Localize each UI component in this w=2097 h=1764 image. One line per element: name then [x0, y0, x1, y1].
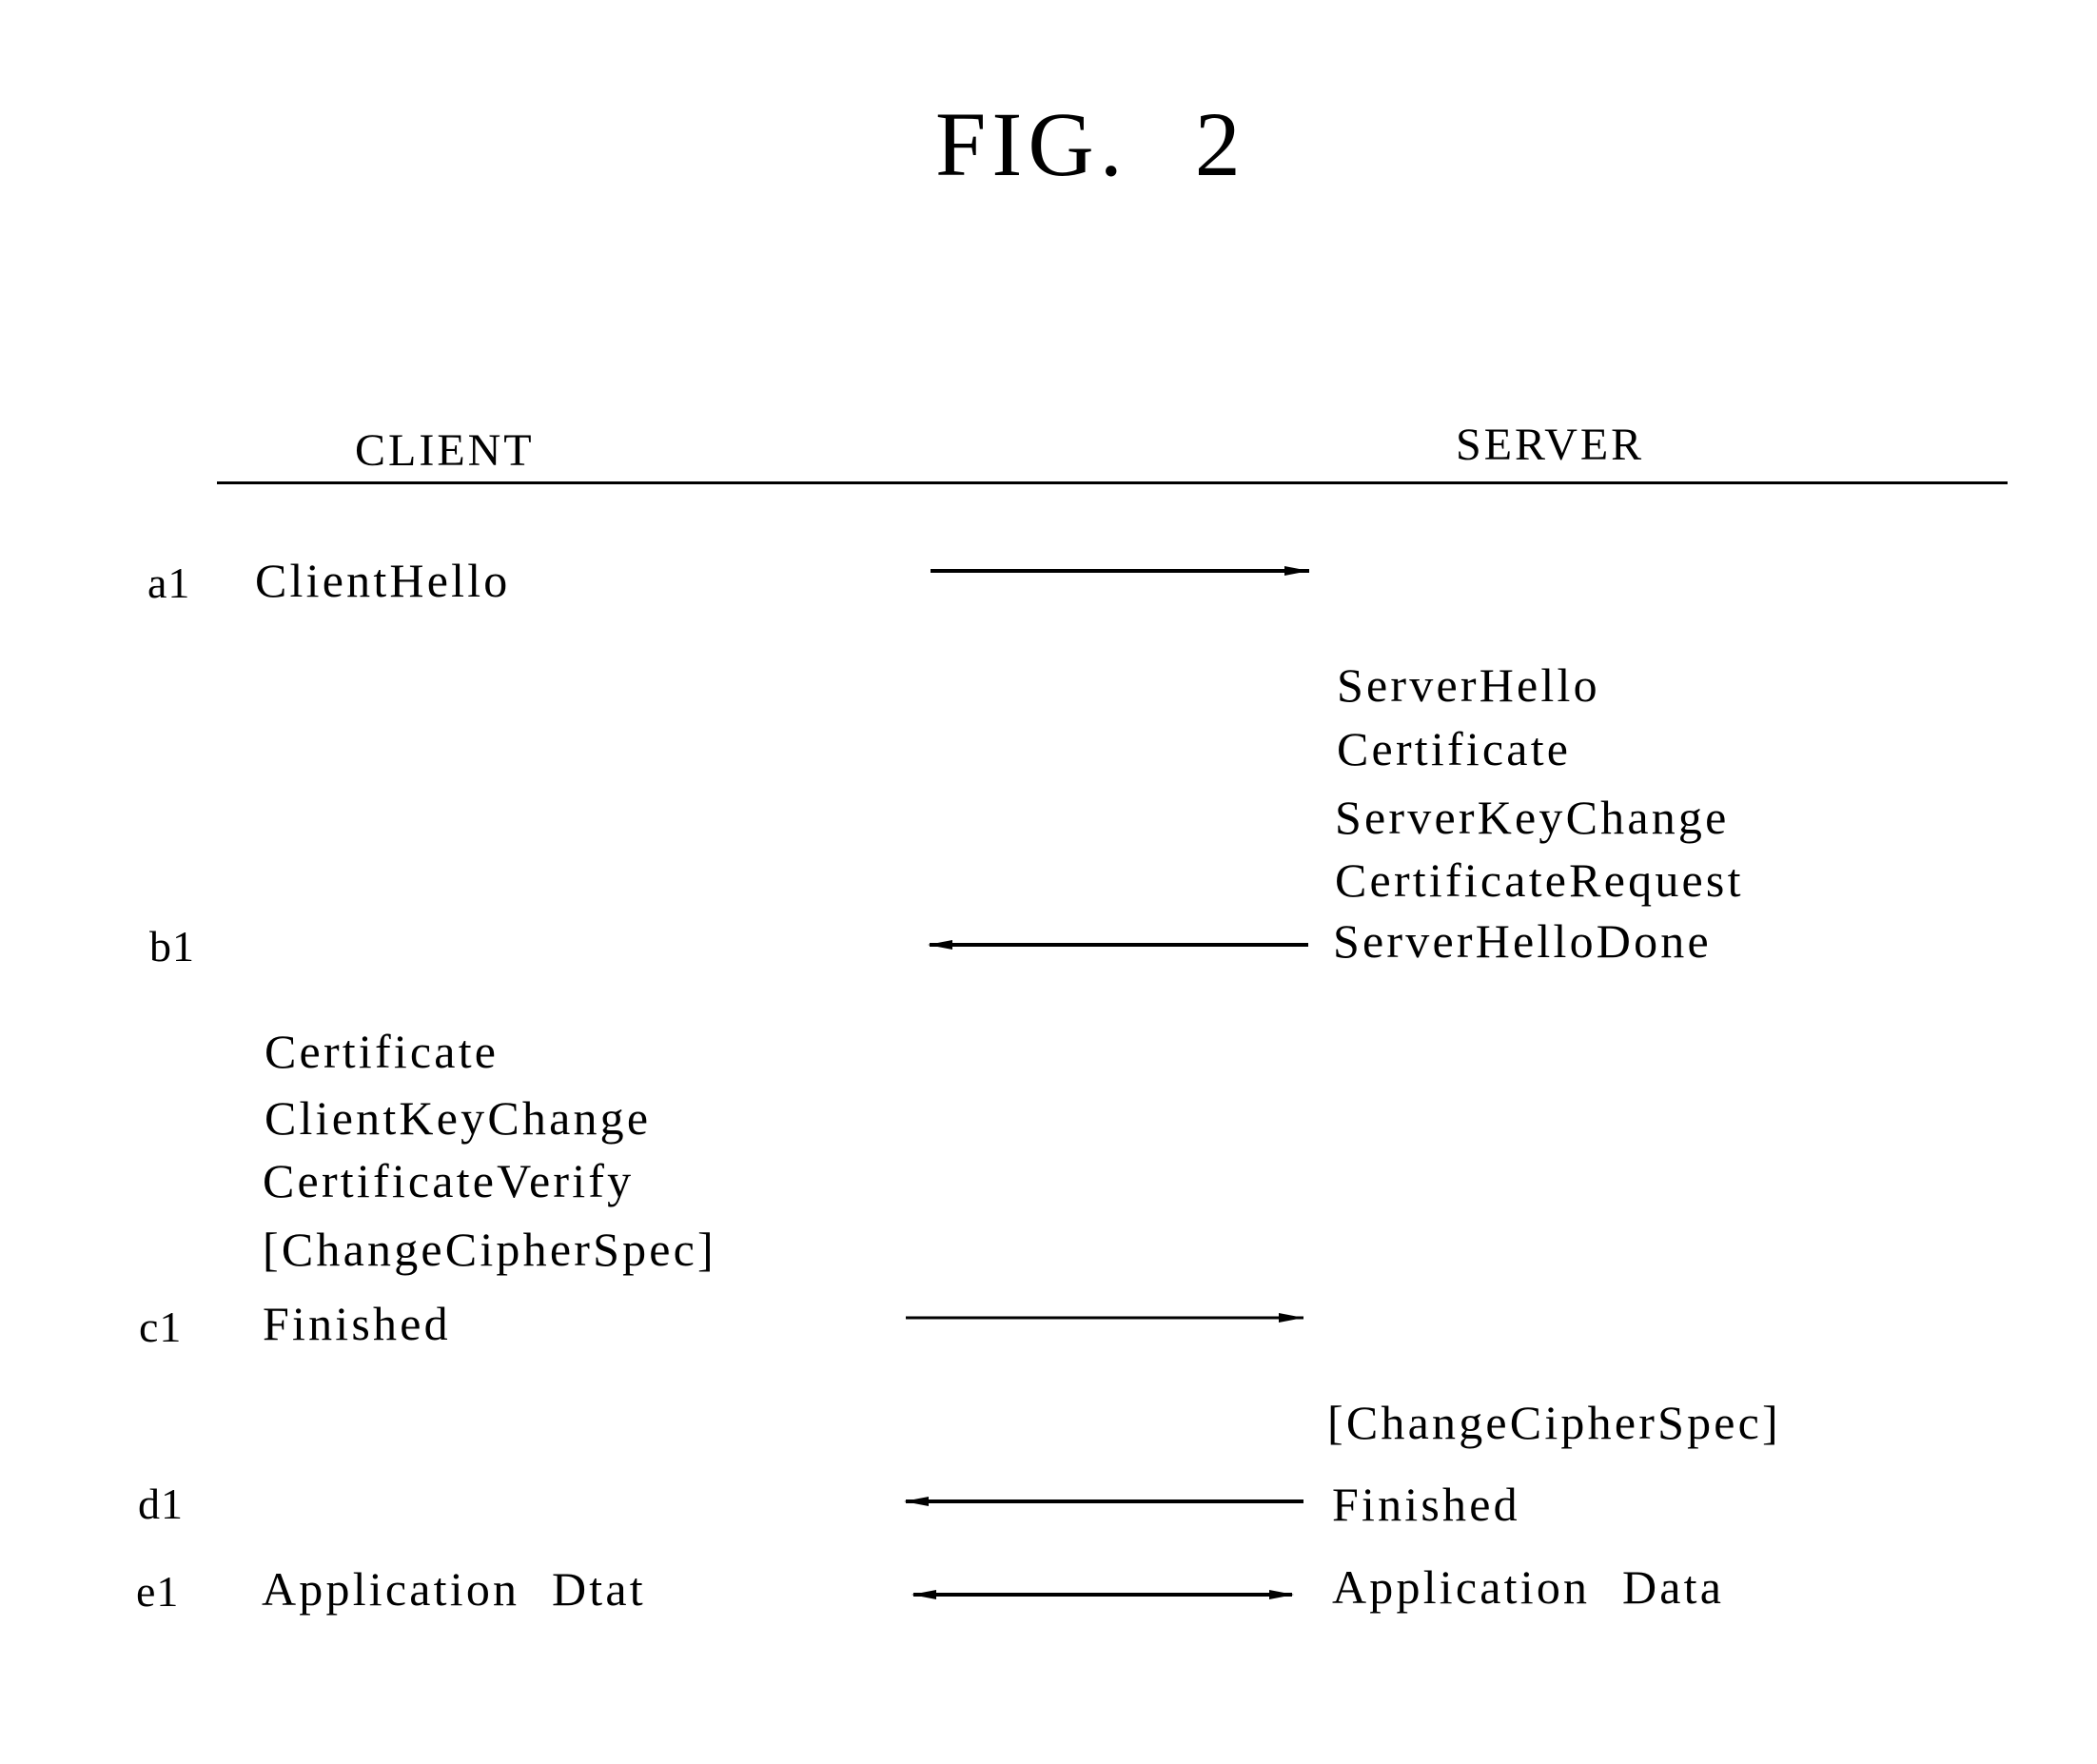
- arrowhead-left-icon: [928, 940, 952, 950]
- step-label-c1: c1: [139, 1303, 183, 1351]
- client-message-finished: Finished: [263, 1297, 451, 1350]
- client-message-certificateverify: CertificateVerify: [263, 1154, 635, 1207]
- server-message-serverhellodone: ServerHelloDone: [1333, 914, 1712, 968]
- figure-title-prefix: FIG.: [935, 93, 1128, 195]
- server-message-serverkeychange: ServerKeyChange: [1335, 791, 1730, 844]
- arrowhead-right-icon: [1269, 1590, 1294, 1599]
- server-message-serverhello: ServerHello: [1337, 658, 1600, 712]
- arrowhead-left-icon: [911, 1590, 936, 1599]
- client-message-clienthello: ClientHello: [255, 554, 511, 607]
- server-message-certificate: Certificate: [1337, 722, 1572, 775]
- client-message-changecipherspec: [ChangeCipherSpec]: [263, 1223, 716, 1276]
- client-message-application-data: Application Dtat: [262, 1562, 646, 1616]
- step-label-a1: a1: [147, 559, 191, 607]
- server-message-finished: Finished: [1332, 1478, 1520, 1531]
- server-message-changecipherspec: [ChangeCipherSpec]: [1327, 1396, 1781, 1449]
- step-label-d1: d1: [138, 1480, 184, 1528]
- step-label-b1: b1: [149, 922, 195, 970]
- server-message-application-data: Application Data: [1332, 1560, 1725, 1614]
- step-label-e1: e1: [136, 1567, 180, 1616]
- header-divider: [217, 481, 2008, 484]
- server-column-header: SERVER: [1456, 420, 1645, 470]
- arrow-a1-right: [931, 566, 1309, 576]
- arrowhead-right-icon: [1279, 1313, 1303, 1323]
- arrowhead-left-icon: [904, 1497, 929, 1506]
- arrow-e1-bidirectional: [911, 1590, 1294, 1599]
- arrow-b1-left: [928, 940, 1308, 950]
- arrowhead-right-icon: [1284, 566, 1309, 576]
- arrow-c1-right: [906, 1313, 1303, 1323]
- figure-title: FIG. 2: [935, 99, 1246, 190]
- server-message-certificaterequest: CertificateRequest: [1335, 853, 1744, 907]
- client-message-clientkeychange: ClientKeyChange: [265, 1091, 652, 1145]
- client-message-certificate: Certificate: [265, 1025, 500, 1078]
- figure-title-number: 2: [1194, 93, 1246, 195]
- client-column-header: CLIENT: [355, 425, 535, 476]
- arrow-d1-left: [904, 1497, 1303, 1506]
